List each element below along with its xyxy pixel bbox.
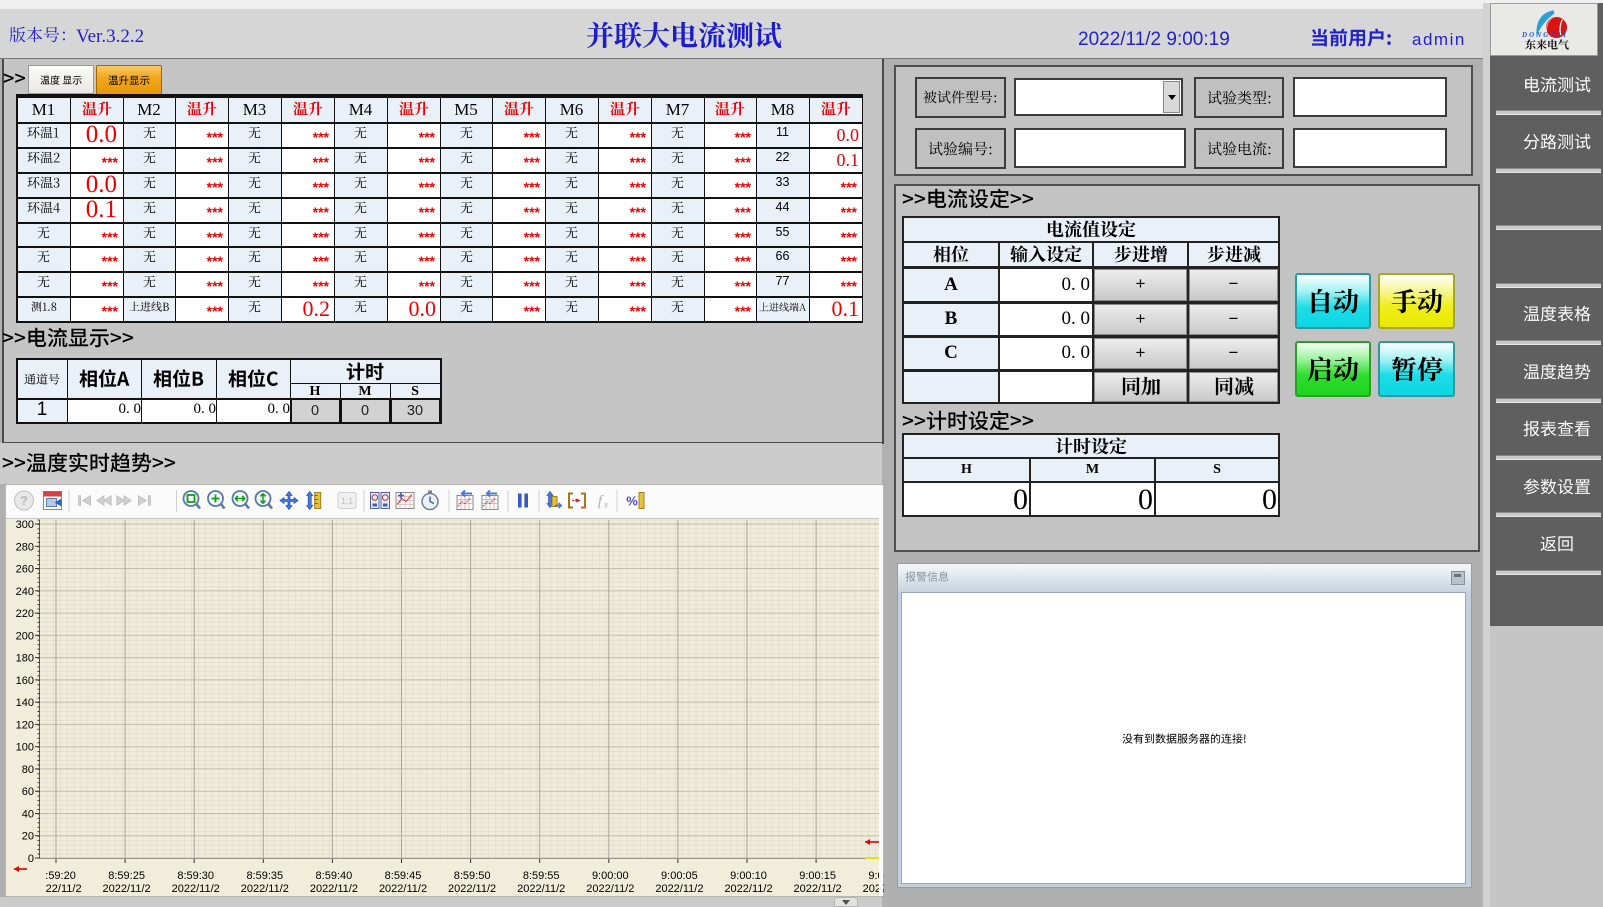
svg-text:2022/11/2: 2022/11/2 [794, 883, 842, 895]
svg-text:180: 180 [16, 653, 34, 665]
svg-text:40: 40 [22, 809, 34, 821]
svg-text:9:00:00: 9:00:00 [592, 870, 629, 882]
svg-text:80: 80 [22, 764, 34, 776]
svg-text:2022/11/2: 2022/11/2 [517, 883, 565, 895]
svg-text:280: 280 [16, 541, 34, 553]
svg-text:8:59:30: 8:59:30 [177, 870, 214, 882]
svg-text:140: 140 [16, 697, 34, 709]
svg-text:8:59:40: 8:59:40 [316, 870, 353, 882]
svg-text:100: 100 [16, 742, 34, 754]
svg-text:220: 220 [16, 608, 34, 620]
svg-text:8:59:25: 8:59:25 [108, 870, 145, 882]
svg-text:2022/11/2: 2022/11/2 [310, 883, 358, 895]
svg-text:9:00:05: 9:00:05 [661, 870, 698, 882]
svg-text:9:00:10: 9:00:10 [730, 870, 767, 882]
svg-text:60: 60 [22, 786, 34, 798]
svg-text:2022/11/2: 2022/11/2 [448, 883, 496, 895]
svg-text:2022/11/2: 2022/11/2 [103, 883, 151, 895]
svg-text:8:59:50: 8:59:50 [454, 870, 491, 882]
svg-text:%: % [626, 494, 638, 509]
svg-text:160: 160 [16, 675, 34, 687]
svg-text:2022/11/2: 2022/11/2 [379, 883, 427, 895]
svg-text:2022/11/2: 2022/11/2 [724, 883, 772, 895]
svg-text:2022/11/2: 2022/11/2 [586, 883, 634, 895]
svg-text:x: x [603, 500, 608, 510]
svg-text:300: 300 [16, 519, 34, 531]
svg-text:8:59:45: 8:59:45 [385, 870, 422, 882]
svg-text:120: 120 [16, 719, 34, 731]
svg-text:8:59:55: 8:59:55 [523, 870, 560, 882]
svg-text:2022/11/2: 2022/11/2 [172, 883, 220, 895]
svg-text:2022/11/2: 2022/11/2 [655, 883, 703, 895]
svg-text:200: 200 [16, 630, 34, 642]
svg-text:260: 260 [16, 564, 34, 576]
svg-text:9:00:15: 9:00:15 [799, 870, 836, 882]
svg-text:8:59:35: 8:59:35 [246, 870, 283, 882]
svg-text:0: 0 [28, 853, 34, 865]
svg-text:2022/11/2: 2022/11/2 [241, 883, 289, 895]
svg-text:240: 240 [16, 586, 34, 598]
svg-text:?: ? [20, 493, 28, 508]
svg-text:1:1: 1:1 [341, 496, 354, 506]
svg-text:20: 20 [22, 831, 34, 843]
